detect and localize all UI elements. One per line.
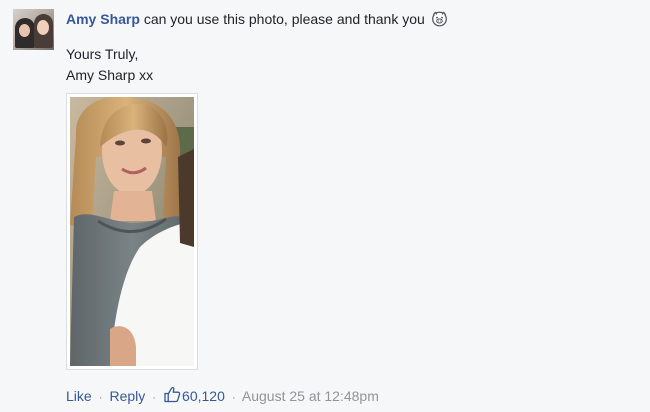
- comment-text: can you use this photo, please and thank…: [143, 11, 425, 27]
- photo-of-girl-icon: [70, 97, 194, 366]
- attached-photo[interactable]: [66, 93, 198, 370]
- like-link[interactable]: Like: [66, 388, 92, 404]
- author-avatar[interactable]: [13, 9, 54, 50]
- reply-link[interactable]: Reply: [109, 388, 145, 404]
- avatar-face-right: [37, 20, 49, 35]
- like-count-value: 60,120: [182, 388, 225, 404]
- separator: ·: [231, 390, 236, 404]
- comment-timestamp[interactable]: August 25 at 12:48pm: [242, 388, 379, 404]
- comment-actions: Like · Reply · 60,120 · August 25 at 12:…: [66, 386, 379, 406]
- like-count[interactable]: 60,120: [163, 386, 229, 404]
- separator: ·: [152, 390, 157, 404]
- comment-body-line-2: Amy Sharp xx: [66, 67, 154, 83]
- pig-face-emoji-icon: [431, 10, 448, 27]
- thumbs-up-icon: [163, 386, 181, 403]
- comment: Amy Sharp can you use this photo, please…: [0, 0, 650, 412]
- separator: ·: [98, 390, 103, 404]
- author-name[interactable]: Amy Sharp: [66, 11, 140, 27]
- comment-body-line-1: Yours Truly,: [66, 46, 139, 62]
- comment-header: Amy Sharp can you use this photo, please…: [66, 10, 448, 28]
- avatar-face-left: [19, 24, 30, 37]
